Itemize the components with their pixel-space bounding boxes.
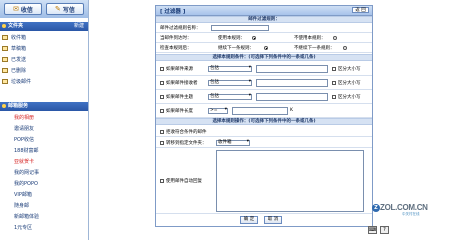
condition-size-operator[interactable]: >=	[208, 108, 228, 114]
condition-subject-operator[interactable]: 包括	[208, 94, 252, 100]
help-icon[interactable]: ?	[380, 226, 389, 234]
action-autoreply-row: 使用邮件自动回复	[156, 148, 372, 214]
arrival-row: 当邮件到达时： 使用本规则： 不使用本规则：	[156, 33, 372, 43]
new-folder-link[interactable]: 新建	[74, 22, 84, 31]
action-move-row: 转移到指定文件夹： 收件箱	[156, 137, 372, 148]
services-header: 邮箱服务	[0, 102, 88, 111]
ok-button[interactable]: 确 定	[240, 216, 258, 224]
service-popo[interactable]: 我的POPO	[14, 180, 38, 188]
folder-inbox[interactable]: 收件箱	[2, 34, 26, 42]
folder-drafts[interactable]: 草稿箱	[2, 45, 26, 53]
inbox-folder-icon	[2, 35, 8, 40]
conditions-section-header: 选择本规则条件：(可选择下列条件中的一条或几条)	[156, 54, 372, 61]
back-button[interactable]: 返 回	[352, 7, 369, 13]
no-use-rule-radio[interactable]	[333, 36, 337, 40]
service-cards[interactable]: 亚就贺卡	[14, 158, 34, 166]
condition-size-input[interactable]	[232, 107, 288, 115]
move-folder-select[interactable]: 收件箱	[216, 140, 250, 146]
folders-header: 文件夹 新建	[0, 22, 88, 31]
service-vip[interactable]: VIP邮箱	[14, 191, 32, 199]
rule-name-input[interactable]	[211, 25, 269, 31]
folder-spam[interactable]: 垃圾邮件	[2, 78, 31, 86]
filter-panel: [ 过滤器 ] 返 回 邮件过滤规则： 邮件过滤规则名称： 当邮件到达时： 使用…	[155, 5, 373, 227]
services-bullet-icon	[2, 104, 6, 108]
after-check-row: 检查本规则后： 继续下一条规则： 不继续下一条规则：	[156, 43, 372, 53]
condition-size-row: 如果邮件长度 >= K	[156, 104, 372, 118]
service-188[interactable]: 188财富邮	[14, 147, 39, 155]
continue-next-radio[interactable]	[264, 46, 268, 50]
condition-size-checkbox[interactable]	[160, 109, 164, 113]
use-rule-radio[interactable]	[252, 36, 256, 40]
subject-case-checkbox[interactable]	[332, 95, 336, 99]
folder-bullet-icon	[2, 24, 6, 28]
folder-sent[interactable]: 已发送	[2, 56, 26, 64]
service-mobile[interactable]: 随身邮	[14, 202, 29, 210]
sent-folder-icon	[2, 57, 8, 62]
filter-panel-title: [ 过滤器 ]	[160, 9, 186, 15]
sidebar: ✉ 收信 ✎ 写信 文件夹 新建 收件箱 草稿箱 已发送 已删除 垃圾邮件 邮箱…	[0, 0, 89, 240]
condition-sender-row: 如果邮件来源 包括 区分大小写	[156, 62, 372, 76]
compose-mail-button[interactable]: ✎ 写信	[46, 3, 84, 15]
deleted-folder-icon	[2, 68, 8, 73]
service-pop[interactable]: POP收信	[14, 136, 34, 144]
drafts-folder-icon	[2, 46, 8, 51]
sender-case-checkbox[interactable]	[332, 67, 336, 71]
service-notes[interactable]: 我的网记事	[14, 169, 39, 177]
recipient-case-checkbox[interactable]	[332, 81, 336, 85]
cancel-button[interactable]: 取 消	[264, 216, 282, 224]
service-one-yuan[interactable]: 1元专区	[14, 224, 32, 232]
condition-sender-input[interactable]	[256, 65, 328, 73]
condition-sender-operator[interactable]: 包括	[208, 66, 252, 72]
condition-subject-input[interactable]	[256, 93, 328, 101]
condition-sender-checkbox[interactable]	[160, 67, 164, 71]
condition-subject-checkbox[interactable]	[160, 95, 164, 99]
compose-icon: ✎	[55, 5, 61, 13]
autoreply-textarea[interactable]	[216, 150, 364, 212]
service-new-experience[interactable]: 新邮箱体验	[14, 213, 39, 221]
service-album[interactable]: 我的相册	[14, 114, 34, 122]
actions-section-header: 选择本规则操作：(可选择下列条件中的一条或几条)	[156, 118, 372, 125]
condition-recipient-operator[interactable]: 包括	[208, 80, 252, 86]
stop-next-radio[interactable]	[343, 46, 347, 50]
inbox-icon: ✉	[13, 5, 19, 13]
condition-recipient-row: 如果邮件接收者 包括 区分大小写	[156, 76, 372, 90]
filter-panel-header: [ 过滤器 ] 返 回	[156, 6, 372, 16]
action-reject-checkbox[interactable]	[160, 130, 164, 134]
condition-recipient-checkbox[interactable]	[160, 81, 164, 85]
zol-watermark: Z ZOL.COM.CN 中关村在线	[372, 203, 448, 217]
condition-recipient-input[interactable]	[256, 79, 328, 87]
bottom-tool-icons: ⌨ ?	[368, 226, 394, 235]
spam-folder-icon	[2, 79, 8, 84]
zol-logo-icon: Z	[372, 204, 380, 212]
action-autoreply-checkbox[interactable]	[160, 179, 164, 183]
receive-mail-button[interactable]: ✉ 收信	[4, 3, 42, 15]
keyboard-icon[interactable]: ⌨	[368, 226, 377, 234]
rule-name-row: 邮件过滤规则名称：	[156, 23, 372, 33]
size-unit-label: K	[290, 108, 293, 113]
service-invite[interactable]: 邀请朋友	[14, 125, 34, 133]
action-move-checkbox[interactable]	[160, 141, 164, 145]
folder-deleted[interactable]: 已删除	[2, 67, 26, 75]
condition-subject-row: 如果邮件主题 包括 区分大小写	[156, 90, 372, 104]
action-reject-row: 拒收符合条件的邮件	[156, 126, 372, 137]
rule-section-header: 邮件过滤规则：	[156, 16, 372, 23]
top-action-bar: ✉ 收信 ✎ 写信	[0, 0, 88, 18]
